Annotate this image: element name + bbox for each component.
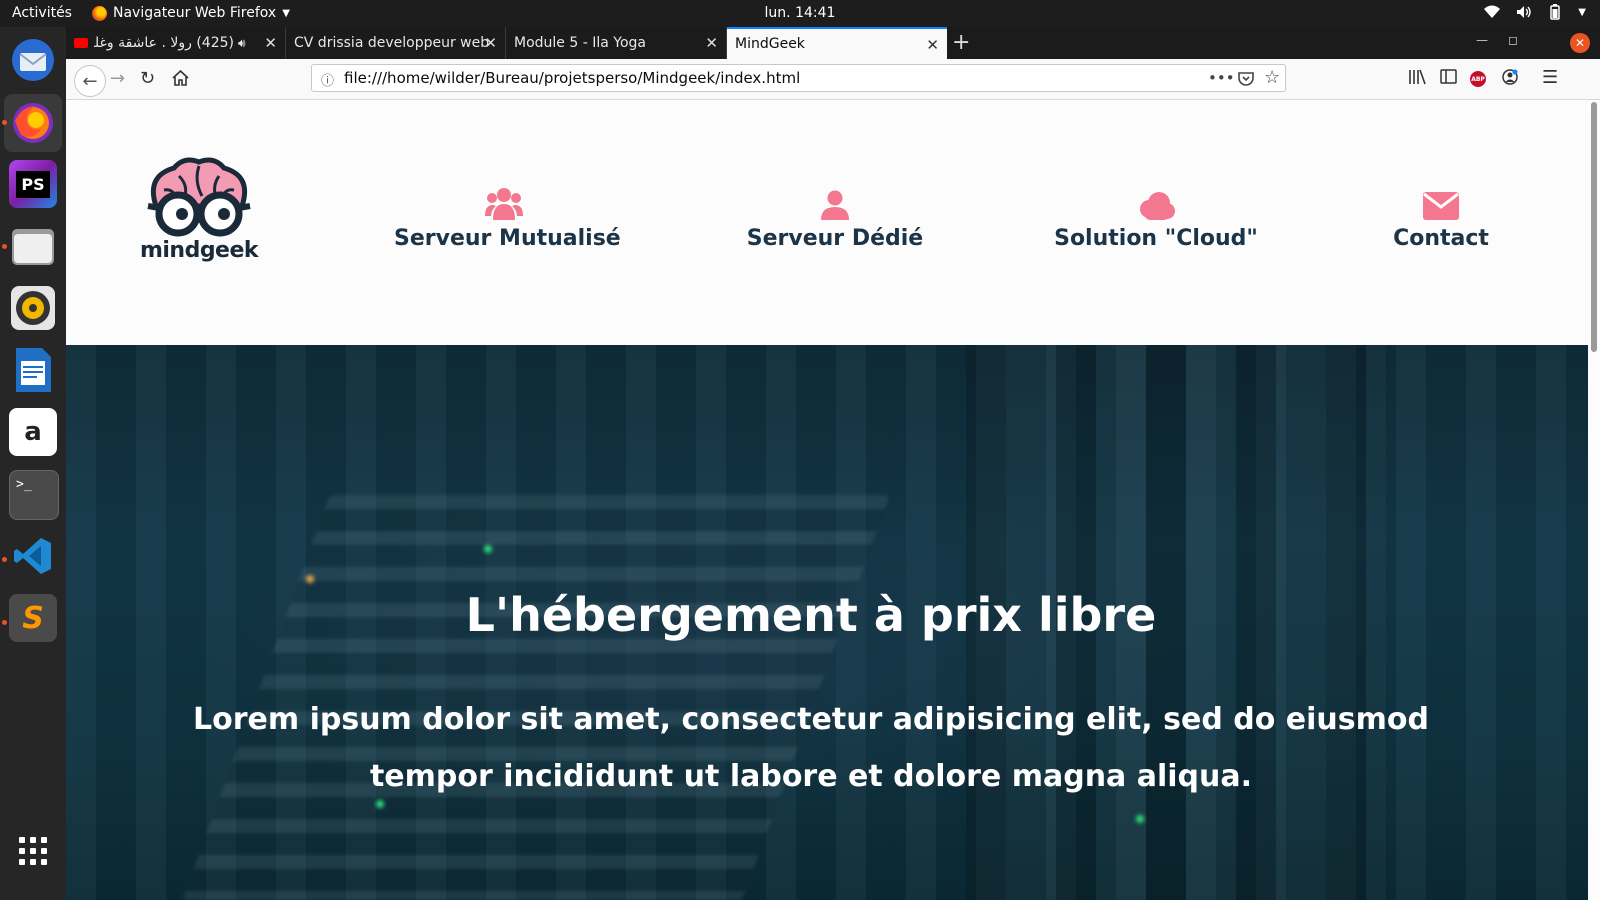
nav-label: Serveur Mutualisé: [394, 226, 621, 251]
system-top-bar: Activités Navigateur Web Firefox ▼ lun. …: [0, 0, 1600, 27]
dock-item-firefox[interactable]: [4, 94, 62, 152]
tab-close-button[interactable]: ✕: [926, 36, 939, 54]
dock-item-phpstorm[interactable]: PS: [9, 160, 57, 208]
hero-text: Lorem ipsum dolor sit amet, consectetur …: [193, 702, 1429, 794]
tab-cv[interactable]: CV drissia developpeur web ✕: [286, 27, 506, 59]
back-button[interactable]: ←: [74, 65, 106, 97]
background-led: [484, 545, 492, 553]
tab-ila-yoga[interactable]: Module 5 - Ila Yoga ✕: [506, 27, 727, 59]
app-menu-label: Navigateur Web Firefox: [113, 5, 277, 21]
dock-item-terminal[interactable]: >_: [9, 470, 59, 520]
terminal-icon: >_: [16, 477, 32, 492]
dock-item-rhythmbox[interactable]: [9, 284, 57, 332]
volume-icon: [1517, 6, 1531, 18]
running-indicator: [2, 557, 7, 562]
page-actions-icon[interactable]: •••: [1208, 69, 1235, 87]
nav-cloud-solution[interactable]: Solution "Cloud": [1036, 184, 1276, 251]
site-logo[interactable]: mindgeek: [134, 156, 264, 276]
envelope-icon: [1423, 192, 1459, 220]
dock-item-thunderbird[interactable]: [9, 36, 57, 84]
tab-label: Module 5 - Ila Yoga: [514, 35, 646, 51]
users-icon: [485, 188, 523, 220]
background-led: [1136, 815, 1144, 823]
battery-icon: [1550, 4, 1561, 20]
running-indicator: [2, 120, 7, 125]
firefox-icon: [13, 103, 53, 143]
speaker-icon[interactable]: 🔊︎: [238, 36, 246, 51]
dock-item-sublime[interactable]: S: [9, 594, 57, 642]
new-tab-button[interactable]: +: [952, 30, 970, 55]
app-menu[interactable]: Navigateur Web Firefox ▼: [92, 5, 290, 21]
account-icon[interactable]: [1502, 69, 1518, 85]
cloud-icon: [1140, 192, 1175, 220]
tab-close-button[interactable]: ✕: [705, 34, 718, 52]
running-indicator: [2, 620, 7, 625]
files-icon: [12, 229, 54, 265]
tab-label: (425) رولا . عاشقة وغلبانة: [94, 35, 234, 51]
amazon-icon: a: [24, 417, 42, 447]
show-applications-button[interactable]: [9, 827, 57, 875]
tab-youtube[interactable]: (425) رولا . عاشقة وغلبانة 🔊︎ ✕: [66, 27, 286, 59]
tab-close-button[interactable]: ✕: [484, 34, 497, 52]
pocket-icon[interactable]: [1238, 71, 1254, 86]
url-bar[interactable]: ⓘ file:///home/wilder/Bureau/projetspers…: [311, 64, 1286, 92]
dock-item-vscode[interactable]: [9, 532, 57, 580]
home-icon[interactable]: [172, 70, 189, 86]
tab-mindgeek[interactable]: MindGeek ✕: [727, 27, 947, 59]
bookmark-star-icon[interactable]: ☆: [1264, 67, 1280, 88]
forward-button[interactable]: →: [110, 68, 125, 89]
logo-wordmark: mindgeek: [139, 238, 259, 263]
maximize-button[interactable]: ◻: [1508, 33, 1518, 47]
rhythmbox-icon: [11, 286, 55, 330]
dock-item-files[interactable]: [9, 222, 57, 270]
running-indicator: [2, 244, 7, 249]
sidebar-icon[interactable]: [1440, 69, 1457, 84]
library-icon[interactable]: [1408, 69, 1426, 85]
activities-button[interactable]: Activités: [12, 5, 72, 21]
window-close-button[interactable]: ✕: [1570, 33, 1590, 53]
nav-label: Serveur Dédié: [746, 226, 924, 251]
tab-label: CV drissia developpeur web: [294, 35, 490, 51]
tab-bar: (425) رولا . عاشقة وغلبانة 🔊︎ ✕ CV driss…: [66, 27, 1600, 59]
vscode-icon: [14, 538, 51, 574]
dock-item-writer[interactable]: [9, 346, 57, 394]
tab-label: MindGeek: [735, 36, 805, 52]
hero-banner: L'hébergement à prix libre Lorem ipsum d…: [66, 345, 1600, 900]
dock-item-amazon[interactable]: a: [9, 408, 57, 456]
hero-title: L'hébergement à prix libre: [465, 588, 1157, 642]
user-icon: [821, 190, 849, 220]
tab-close-button[interactable]: ✕: [264, 34, 277, 52]
scrollbar-thumb[interactable]: [1591, 102, 1597, 352]
url-text[interactable]: file:///home/wilder/Bureau/projetsperso/…: [344, 69, 800, 87]
page-viewport: mindgeek Serveur Mutualisé Serveur Dédié…: [66, 100, 1600, 900]
wifi-icon: [1484, 5, 1501, 18]
thunderbird-icon: [12, 39, 54, 81]
clock[interactable]: lun. 14:41: [765, 5, 836, 21]
page-scrollbar[interactable]: [1588, 100, 1600, 900]
phpstorm-icon: PS: [16, 170, 50, 198]
writer-icon: [16, 348, 51, 392]
system-tray[interactable]: ▼: [1484, 4, 1586, 20]
firefox-window: (425) رولا . عاشقة وغلبانة 🔊︎ ✕ CV driss…: [66, 27, 1600, 900]
caret-down-icon: ▼: [1578, 6, 1586, 18]
info-icon[interactable]: ⓘ: [321, 70, 334, 89]
hamburger-menu-icon[interactable]: ☰: [1542, 67, 1558, 88]
brain-logo-icon: [147, 157, 251, 237]
firefox-small-icon: [92, 5, 107, 21]
youtube-favicon: [74, 38, 88, 48]
launcher-dock: PS a >_ S: [0, 27, 66, 900]
nav-dedicated-server[interactable]: Serveur Dédié: [725, 184, 945, 251]
background-led: [306, 575, 314, 583]
adblock-icon[interactable]: ABP: [1470, 71, 1486, 87]
nav-shared-hosting[interactable]: Serveur Mutualisé: [394, 184, 621, 251]
sublime-icon: S: [22, 600, 44, 636]
nav-toolbar: ← → ↻ ⓘ file:///home/wilder/Bureau/proje…: [66, 59, 1600, 100]
apps-grid-icon: [19, 837, 47, 865]
minimize-button[interactable]: —: [1476, 33, 1488, 47]
nav-label: Contact: [1393, 226, 1489, 251]
nav-label: Solution "Cloud": [1054, 226, 1258, 251]
reload-button[interactable]: ↻: [140, 68, 155, 89]
caret-down-icon: ▼: [282, 7, 290, 19]
nav-contact[interactable]: Contact: [1371, 184, 1511, 251]
